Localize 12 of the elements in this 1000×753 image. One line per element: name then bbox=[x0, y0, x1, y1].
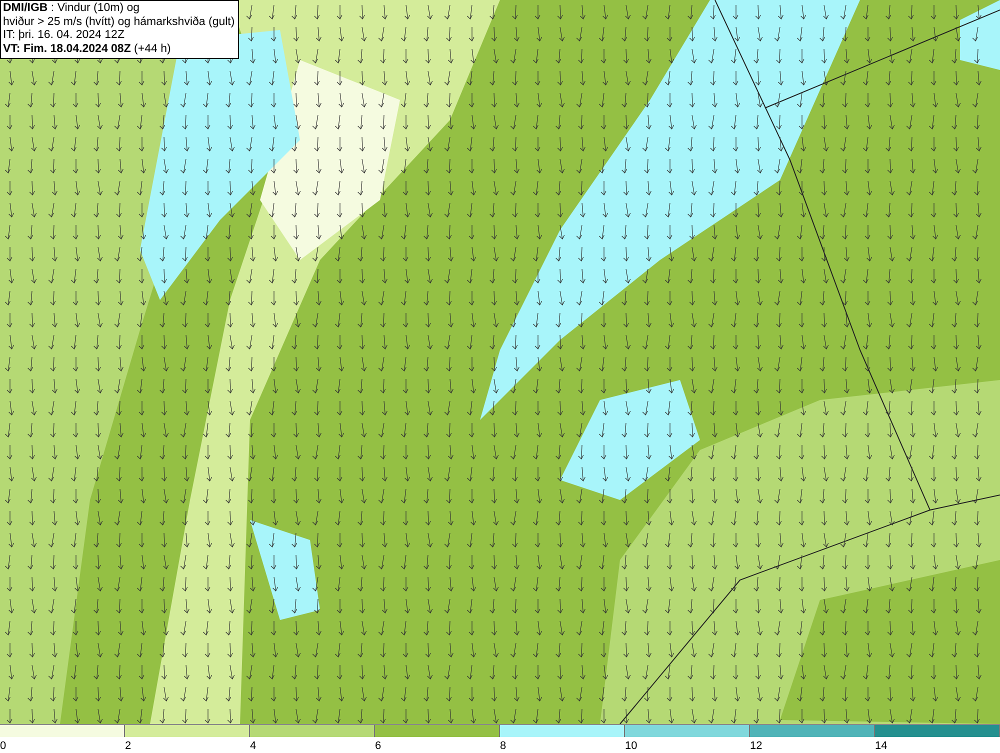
title-line: IT: þri. 16. 04. 2024 12Z bbox=[3, 29, 126, 42]
legend-tick-label: 8 bbox=[500, 740, 506, 752]
legend-tick-label: 4 bbox=[250, 740, 256, 752]
legend-tick-label: 6 bbox=[375, 740, 382, 752]
legend-tick-label: 12 bbox=[750, 740, 762, 752]
legend-tick-label: 10 bbox=[625, 740, 638, 752]
legend-tick-label: 0 bbox=[0, 740, 6, 752]
title-line: hviður > 25 m/s (hvítt) og hámarkshviða (gult) bbox=[3, 16, 235, 29]
title-line: DMI/IGB : Vindur (10m) og bbox=[3, 2, 141, 16]
title-line: VT: Fim. 18.04.2024 08Z (+44 h) bbox=[3, 42, 172, 56]
legend-tick-label: 14 bbox=[875, 740, 888, 752]
legend-tick-label: 2 bbox=[125, 740, 132, 752]
